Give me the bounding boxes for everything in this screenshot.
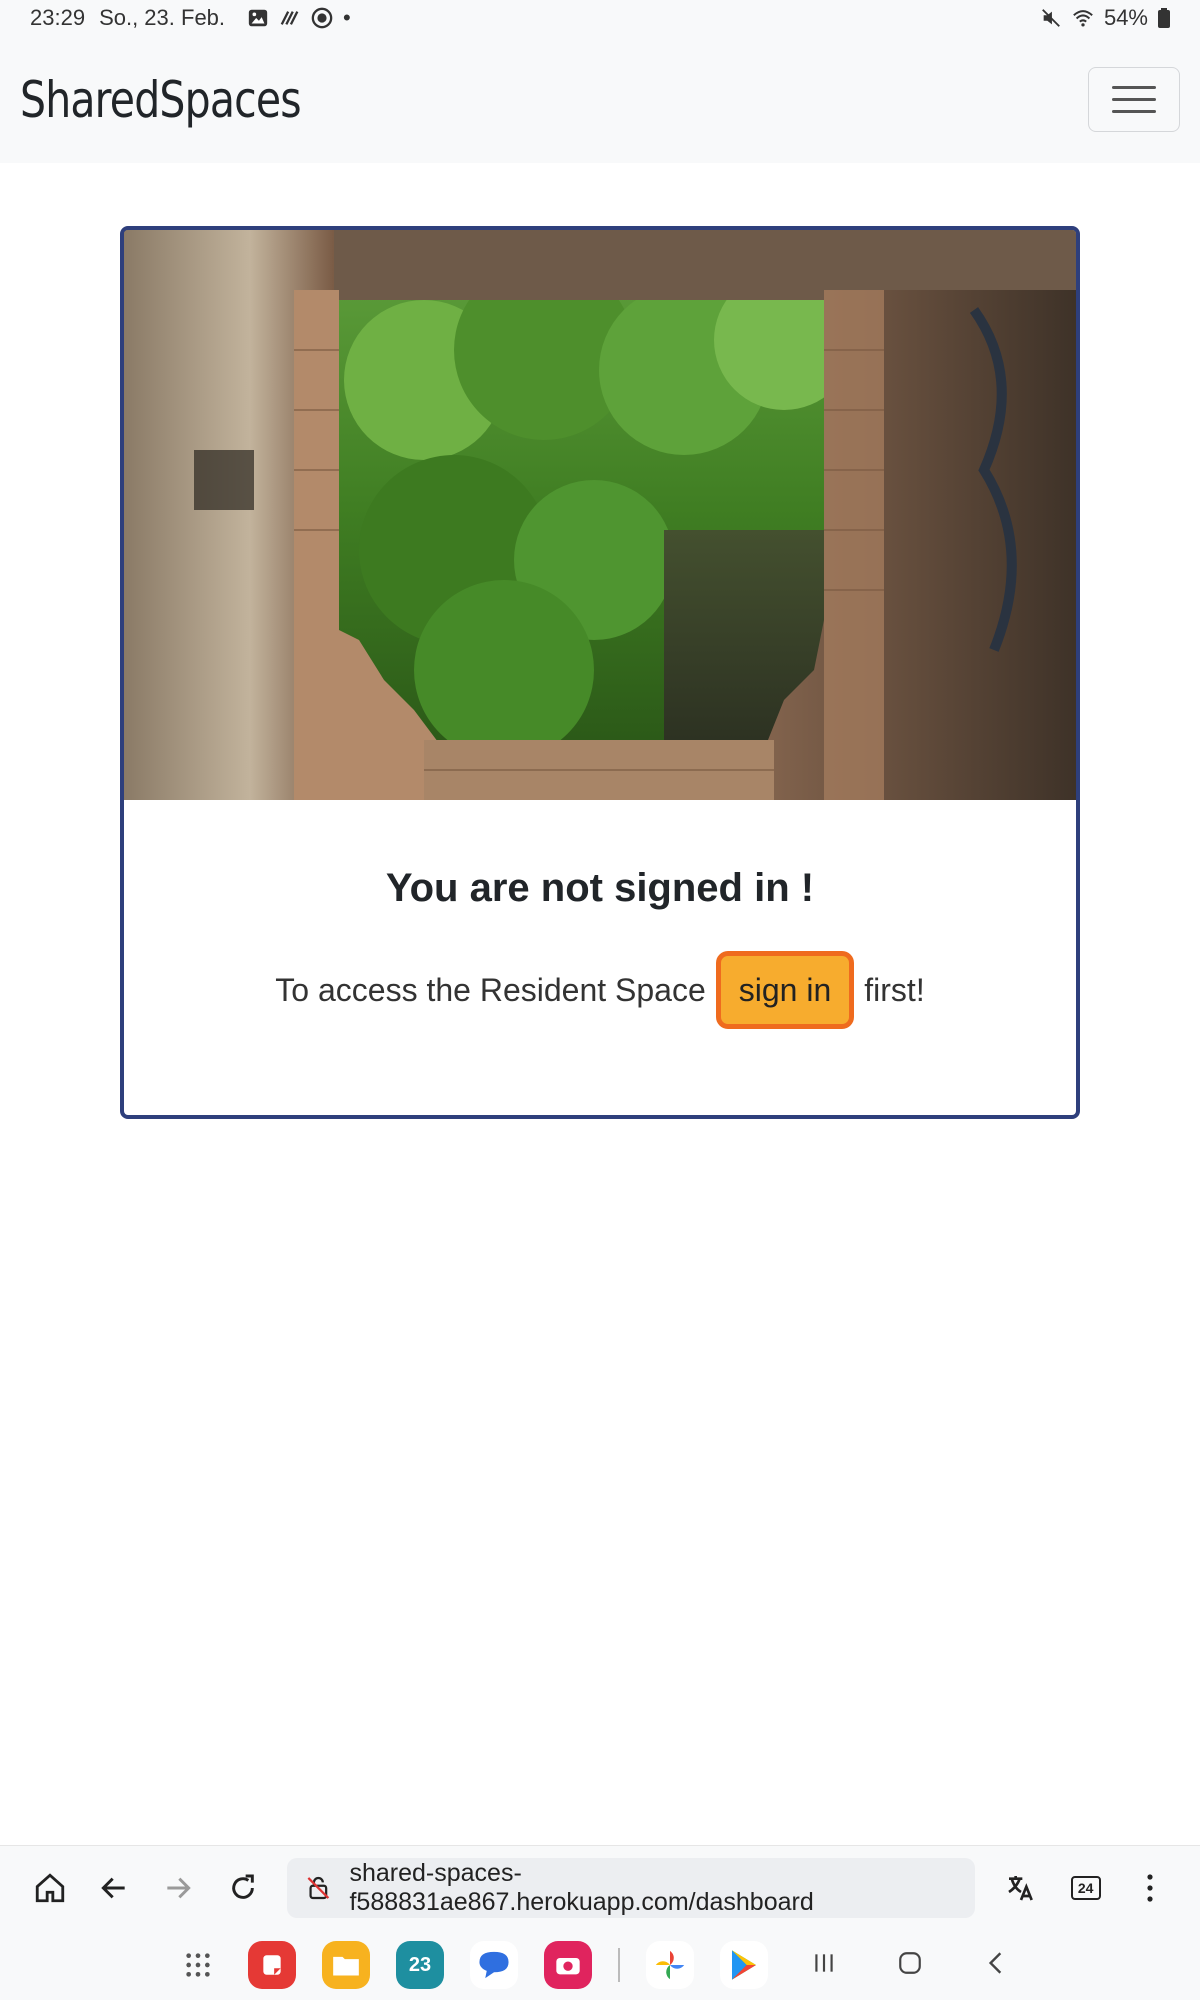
gallery-notification-icon	[248, 9, 268, 27]
status-right: 54%	[1040, 5, 1170, 31]
translate-button[interactable]	[989, 1852, 1053, 1924]
play-store-app-icon[interactable]	[720, 1941, 768, 1989]
insecure-lock-icon[interactable]	[305, 1874, 332, 1902]
status-time: 23:29	[30, 5, 86, 30]
url-text[interactable]: shared-spaces-f588831ae867.herokuapp.com…	[349, 1859, 957, 1917]
hamburger-icon-line	[1112, 110, 1156, 113]
arrow-left-icon	[101, 1877, 125, 1899]
arrow-right-icon	[167, 1877, 192, 1899]
back-button[interactable]	[82, 1852, 146, 1924]
home-nav-button[interactable]	[880, 1946, 940, 1985]
home-nav-icon	[899, 1951, 921, 1974]
notes-app-icon[interactable]	[248, 1941, 296, 1989]
brand-logo-link[interactable]: SharedSpaces	[20, 71, 302, 129]
back-nav-button[interactable]	[966, 1946, 1026, 1985]
apps-grid-button[interactable]	[174, 1941, 222, 1989]
hamburger-icon-line	[1112, 98, 1156, 101]
status-left: 23:29 So., 23. Feb. •	[30, 5, 351, 31]
battery-percent: 54%	[1103, 5, 1148, 30]
recent-apps-button[interactable]	[794, 1946, 854, 1985]
forward-button[interactable]	[146, 1852, 210, 1924]
record-notification-icon	[311, 7, 333, 29]
more-notifications-dot: •	[343, 5, 351, 30]
sign-in-button[interactable]: sign in	[715, 951, 855, 1029]
messages-app-icon[interactable]	[470, 1941, 518, 1989]
translate-icon	[1008, 1876, 1034, 1901]
home-button[interactable]	[18, 1852, 82, 1924]
photos-app-icon[interactable]	[646, 1941, 694, 1989]
apps-grid-icon	[186, 1953, 210, 1977]
dock-separator	[618, 1948, 620, 1982]
battery-icon	[1158, 8, 1170, 28]
menu-toggle-button[interactable]	[1088, 67, 1180, 132]
ruined-wall-window-picture	[124, 230, 1076, 800]
mute-icon	[1042, 9, 1060, 27]
calendar-app-icon[interactable]: 23	[396, 1941, 444, 1989]
tabs-button[interactable]: 24	[1054, 1852, 1118, 1924]
signal-notification-icon	[280, 11, 299, 25]
hamburger-icon-line	[1112, 86, 1156, 89]
card-text-after: first!	[864, 971, 925, 1008]
more-menu-button[interactable]	[1118, 1852, 1182, 1924]
calendar-day: 23	[408, 1953, 432, 1976]
wifi-icon	[1073, 10, 1093, 27]
card-message: To access the Resident Space sign in fir…	[124, 951, 1076, 1029]
card-title: You are not signed in !	[385, 866, 815, 910]
system-status-bar: 23:29 So., 23. Feb. • 54%	[0, 0, 1200, 36]
camera-app-icon[interactable]	[544, 1941, 592, 1989]
signin-card: You are not signed in ! To access the Re…	[120, 226, 1080, 1119]
card-text-before: To access the Resident Space	[275, 971, 706, 1008]
android-dock: 23	[0, 1930, 1200, 2000]
address-bar[interactable]: shared-spaces-f588831ae867.herokuapp.com…	[286, 1858, 976, 1918]
back-nav-icon	[988, 1951, 1002, 1974]
site-navbar: SharedSpaces	[0, 36, 1200, 163]
browser-toolbar: shared-spaces-f588831ae867.herokuapp.com…	[0, 1845, 1200, 1930]
more-vertical-icon	[1147, 1874, 1153, 1902]
notification-icons: •	[247, 5, 351, 31]
card-body: You are not signed in ! To access the Re…	[124, 866, 1076, 1029]
hero-image	[124, 230, 1076, 800]
tab-count: 24	[1070, 1876, 1101, 1900]
home-icon	[35, 1873, 65, 1903]
status-date: So., 23. Feb.	[99, 5, 226, 30]
reload-icon	[231, 1874, 254, 1899]
reload-button[interactable]	[211, 1852, 275, 1924]
recent-apps-icon	[815, 1953, 833, 1972]
files-app-icon[interactable]	[322, 1941, 370, 1989]
